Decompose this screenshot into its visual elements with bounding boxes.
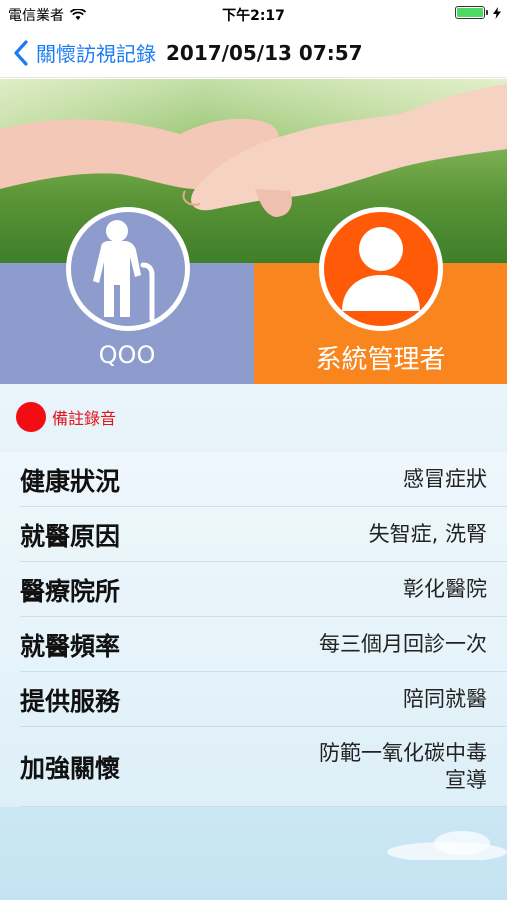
nav-bar: 關懷訪視記錄 2017/05/13 07:57 bbox=[0, 28, 507, 78]
cloud-decoration bbox=[387, 831, 507, 860]
info-key: 醫療院所 bbox=[20, 576, 121, 606]
battery-icon bbox=[455, 6, 488, 19]
voice-note-button[interactable]: 備註錄音 bbox=[16, 402, 116, 432]
back-button-label: 關懷訪視記錄 bbox=[36, 42, 156, 66]
info-value: 陪同就醫 bbox=[403, 686, 487, 711]
user-icon bbox=[342, 227, 420, 311]
admin-avatar[interactable] bbox=[319, 207, 443, 331]
elder-name: QOO bbox=[98, 341, 156, 369]
back-button[interactable]: 關懷訪視記錄 bbox=[12, 38, 156, 67]
info-key: 就醫頻率 bbox=[20, 631, 121, 661]
info-value: 彰化醫院 bbox=[403, 576, 487, 601]
info-key: 就醫原因 bbox=[20, 521, 121, 551]
info-value: 每三個月回診一次 bbox=[319, 631, 487, 656]
voice-note-label: 備註錄音 bbox=[52, 409, 117, 428]
chevron-left-icon bbox=[14, 39, 28, 66]
info-value: 失智症, 洗腎 bbox=[368, 521, 487, 546]
info-key: 健康狀況 bbox=[20, 466, 121, 496]
info-key: 提供服務 bbox=[20, 686, 121, 716]
status-bar: 電信業者 下午2:17 bbox=[0, 0, 507, 28]
info-row-frequency: 就醫頻率 每三個月回診一次 bbox=[0, 617, 507, 672]
status-time: 下午2:17 bbox=[222, 8, 285, 24]
visit-details: 備註錄音 健康狀況 感冒症狀 就醫原因 失智症, 洗腎 醫療院所 彰化醫院 就醫… bbox=[0, 384, 507, 900]
status-right bbox=[455, 6, 501, 19]
info-row-service: 提供服務 陪同就醫 bbox=[0, 672, 507, 727]
info-key: 加強關懷 bbox=[20, 754, 121, 783]
info-row-health: 健康狀況 感冒症狀 bbox=[0, 452, 507, 507]
info-value: 防範一氧化碳中毒 宣導 bbox=[319, 740, 487, 792]
info-row-reason: 就醫原因 失智症, 洗腎 bbox=[0, 507, 507, 562]
info-row-care: 加強關懷 防範一氧化碳中毒 宣導 bbox=[0, 727, 507, 807]
info-list: 健康狀況 感冒症狀 就醫原因 失智症, 洗腎 醫療院所 彰化醫院 就醫頻率 每三… bbox=[0, 452, 507, 807]
charging-icon bbox=[493, 6, 501, 19]
record-icon bbox=[16, 402, 46, 432]
elderly-person-icon bbox=[93, 219, 155, 321]
page-title: 2017/05/13 07:57 bbox=[166, 40, 363, 65]
elder-avatar[interactable] bbox=[66, 207, 190, 331]
info-value: 感冒症狀 bbox=[403, 466, 487, 491]
battery-level bbox=[457, 8, 483, 17]
admin-name: 系統管理者 bbox=[315, 345, 446, 375]
info-row-hospital: 醫療院所 彰化醫院 bbox=[0, 562, 507, 617]
